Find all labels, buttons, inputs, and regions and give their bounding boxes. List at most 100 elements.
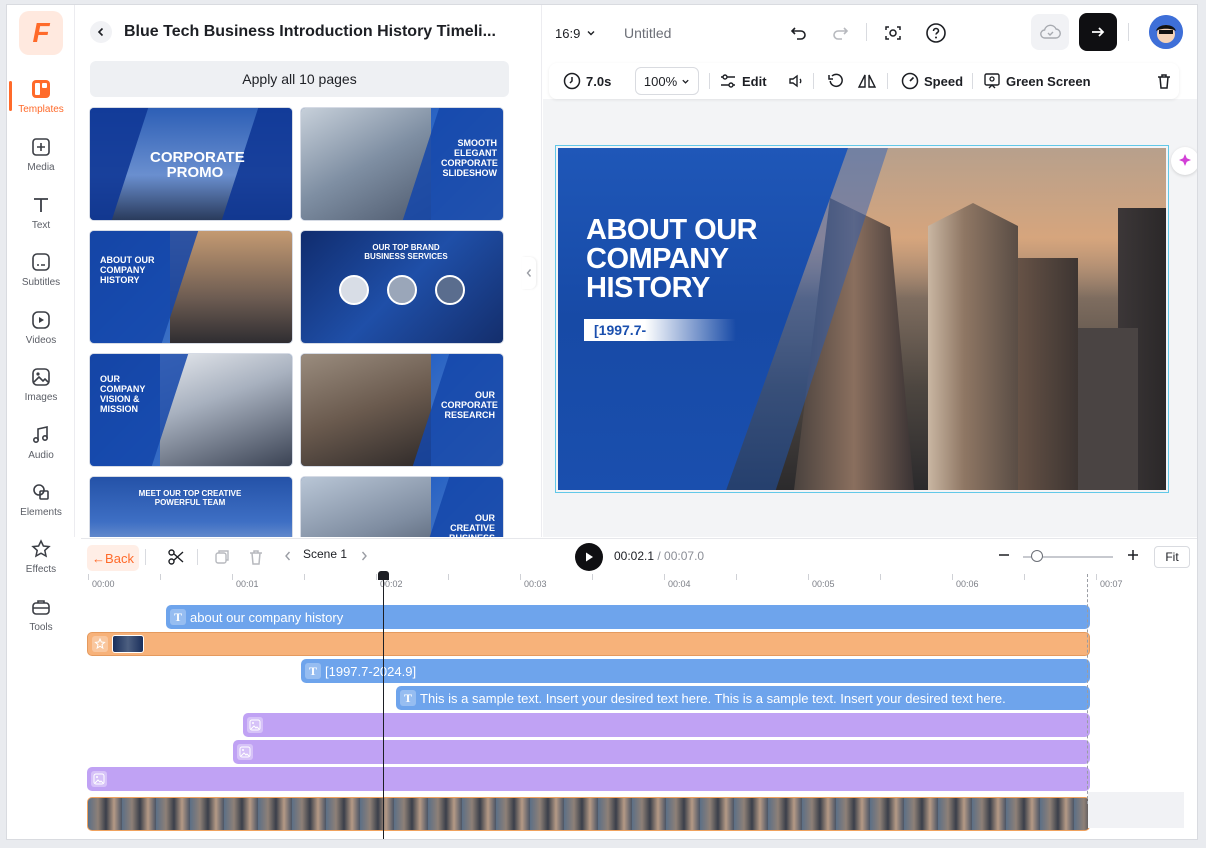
timeline-zoom-knob[interactable]	[1031, 550, 1043, 562]
panel-back-button[interactable]	[90, 21, 112, 43]
previous-scene-button[interactable]	[283, 550, 293, 565]
top-toolbar: 16:9 Untitled	[543, 5, 1197, 63]
rail-item-videos[interactable]: Videos	[7, 300, 75, 354]
template-panel: Blue Tech Business Introduction History …	[76, 5, 542, 537]
template-thumb[interactable]: ABOUT OUR COMPANY HISTORY	[90, 231, 292, 343]
screen-record-button[interactable]	[883, 21, 903, 45]
text-clip-body[interactable]: T This is a sample text. Insert your des…	[396, 686, 1090, 710]
rail-label: Media	[27, 162, 55, 173]
image-track-icon	[91, 771, 107, 787]
image-clip[interactable]	[87, 767, 1090, 791]
apply-all-button[interactable]: Apply all 10 pages	[90, 61, 509, 97]
template-thumb[interactable]: OUR TOP BRAND BUSINESS SERVICES	[301, 231, 503, 343]
template-thumb[interactable]: SMOOTH ELEGANT CORPORATE SLIDESHOW	[301, 108, 503, 220]
flip-icon	[857, 74, 877, 88]
template-thumb[interactable]: CORPORATE PROMO	[90, 108, 292, 220]
green-screen-label: Green Screen	[1006, 73, 1091, 89]
delete-button[interactable]	[1155, 63, 1173, 99]
effect-track-icon	[92, 636, 108, 652]
user-avatar[interactable]	[1149, 15, 1183, 49]
zoom-out-button[interactable]	[997, 548, 1011, 565]
split-button[interactable]	[167, 548, 185, 569]
rail-label: Videos	[25, 335, 57, 346]
speed-button[interactable]: Speed	[901, 63, 963, 99]
canvas-subtitle-text[interactable]: [1997.7-	[584, 319, 736, 341]
play-button[interactable]	[575, 543, 603, 571]
minus-icon	[999, 554, 1009, 556]
ruler-label: 00:04	[668, 579, 691, 589]
rail-label: Effects	[25, 564, 57, 575]
video-clip[interactable]	[87, 797, 1090, 831]
subtitles-icon	[29, 250, 53, 274]
image-clip[interactable]	[233, 740, 1090, 764]
rail-item-elements[interactable]: Elements	[7, 472, 75, 526]
next-scene-button[interactable]	[359, 550, 369, 565]
clip-label: This is a sample text. Insert your desir…	[420, 690, 1006, 706]
clock-icon	[563, 72, 581, 90]
timeline-ruler[interactable]: 00:00 00:01 00:02 00:03 00:04 00:05 00:0…	[81, 574, 1197, 592]
text-clip-dates[interactable]: T [1997.7-2024.9]	[301, 659, 1090, 683]
rail-item-audio[interactable]: Audio	[7, 415, 75, 469]
zoom-select[interactable]: 100%	[635, 67, 699, 95]
chevron-down-icon	[682, 79, 689, 84]
edit-button[interactable]: Edit	[719, 63, 767, 99]
undo-button[interactable]	[789, 21, 809, 45]
timeline-end-marker	[1087, 574, 1088, 804]
playhead-handle[interactable]	[378, 571, 389, 580]
rail-label: Audio	[28, 450, 54, 461]
aspect-ratio-select[interactable]: 16:9	[555, 21, 596, 45]
rail-item-media[interactable]: Media	[7, 127, 75, 181]
rail-item-text[interactable]: Text	[7, 185, 75, 239]
effects-icon	[29, 537, 53, 561]
rail-item-subtitles[interactable]: Subtitles	[7, 242, 75, 296]
template-thumb[interactable]: MEET OUR TOP CREATIVE POWERFUL TEAM	[90, 477, 292, 537]
rail-item-images[interactable]: Images	[7, 357, 75, 411]
image-track-icon	[237, 744, 253, 760]
elements-icon	[29, 480, 53, 504]
templates-icon	[29, 77, 53, 101]
ruler-label: 00:07	[1100, 579, 1123, 589]
fit-button[interactable]: Fit	[1154, 546, 1190, 568]
green-screen-button[interactable]: Green Screen	[983, 63, 1091, 99]
playhead[interactable]	[383, 574, 384, 839]
sliders-icon	[721, 74, 735, 88]
thumb-text: OUR CREATIVE BUSINESS MARKET SIZE	[449, 513, 495, 537]
video-canvas[interactable]: ABOUT OUR COMPANY HISTORY [1997.7-	[555, 145, 1169, 493]
effect-clip[interactable]	[87, 632, 1090, 656]
image-clip[interactable]	[243, 713, 1090, 737]
panel-collapse-handle[interactable]	[522, 257, 536, 289]
chevron-left-icon	[285, 551, 291, 561]
ai-assist-button[interactable]	[1171, 147, 1197, 175]
canvas-title-text[interactable]: ABOUT OUR COMPANY HISTORY	[586, 216, 786, 303]
rail-label: Templates	[18, 104, 64, 115]
flip-button[interactable]	[857, 63, 877, 99]
images-icon	[29, 365, 53, 389]
rail-item-effects[interactable]: Effects	[7, 529, 75, 583]
volume-button[interactable]	[787, 63, 805, 99]
edit-label: Edit	[742, 73, 767, 89]
timeline-back-button[interactable]: ← Back	[87, 545, 139, 571]
cloud-save-button[interactable]	[1031, 14, 1069, 50]
speed-label: Speed	[924, 73, 964, 89]
ruler-label: 00:06	[956, 579, 979, 589]
export-button[interactable]	[1079, 13, 1117, 51]
timeline-delete-button[interactable]	[247, 548, 265, 569]
text-clip-title[interactable]: T about our company history	[166, 605, 1090, 629]
timeline-controls: ← Back Scene 1 00:02.1 / 00:07.0 Fit	[81, 538, 1197, 574]
rail-item-templates[interactable]: Templates	[7, 69, 75, 123]
template-thumb[interactable]: OUR COMPANY VISION & MISSION	[90, 354, 292, 466]
redo-button[interactable]	[830, 21, 850, 45]
template-thumb[interactable]: OUR CORPORATE RESEARCH	[301, 354, 503, 466]
template-thumb[interactable]: OUR CREATIVE BUSINESS MARKET SIZE	[301, 477, 503, 537]
duplicate-button[interactable]	[213, 548, 231, 569]
duration-button[interactable]: 7.0s	[563, 63, 611, 99]
document-title[interactable]: Untitled	[624, 21, 671, 45]
thumb-text: OUR CORPORATE RESEARCH	[441, 390, 498, 420]
rail-item-tools[interactable]: Tools	[7, 587, 75, 641]
help-button[interactable]	[925, 21, 947, 45]
volume-icon	[789, 74, 802, 88]
ruler-label: 00:00	[92, 579, 115, 589]
rotate-button[interactable]	[827, 63, 845, 99]
app-logo[interactable]: F	[19, 11, 63, 55]
zoom-in-button[interactable]	[1126, 548, 1140, 565]
